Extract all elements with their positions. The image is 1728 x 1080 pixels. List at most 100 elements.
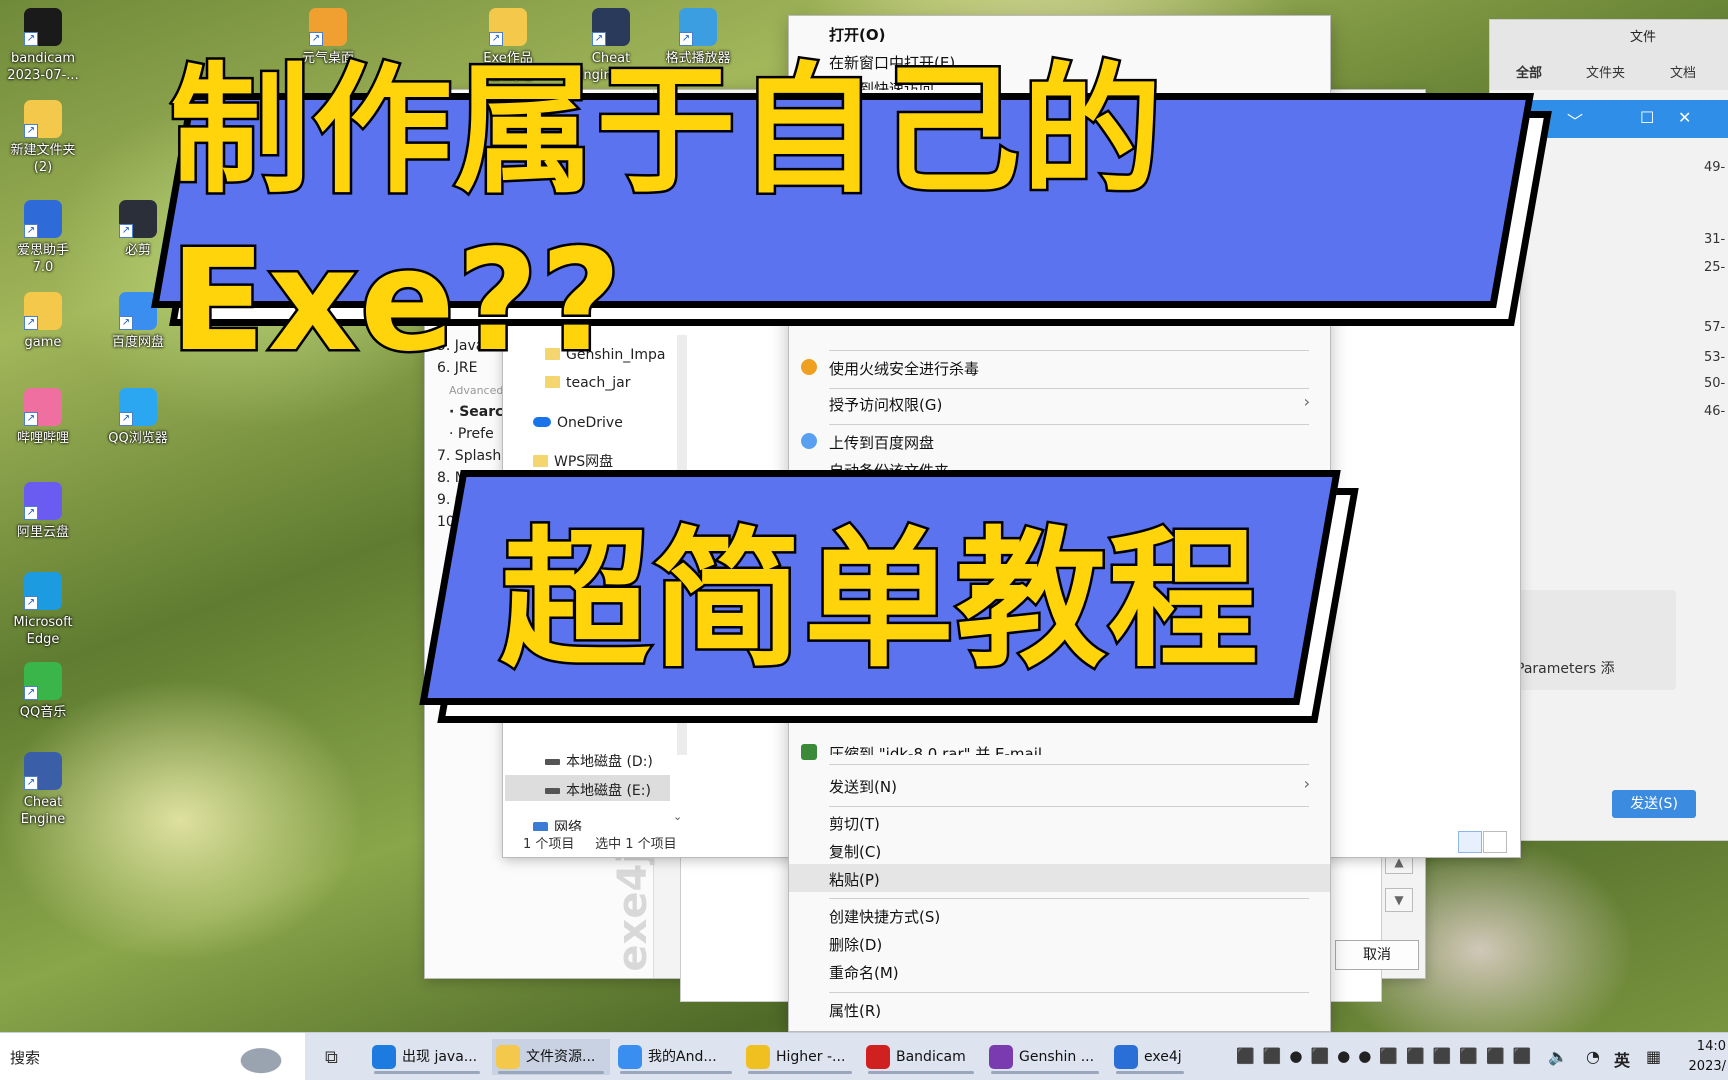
task-view-icon[interactable]: ⧉	[325, 1047, 338, 1068]
taskbar-app-file-explorer[interactable]: 文件资源...	[492, 1039, 610, 1075]
shortcut-arrow-icon: ↗	[24, 596, 38, 610]
taskbar-app-bandicam[interactable]: Bandicam	[862, 1039, 980, 1075]
desktop-icon-game-folder[interactable]: ↗ game	[0, 292, 86, 351]
shortcut-arrow-icon: ↗	[24, 686, 38, 700]
close-icon[interactable]: ✕	[1678, 108, 1691, 127]
taskbar: 搜索 ⧉ 出现 java... 文件资源... 我的And... Higher -..…	[0, 1032, 1728, 1080]
step-search-sequence[interactable]: · Searc	[449, 404, 503, 420]
running-indicator	[868, 1071, 974, 1074]
menu-paste[interactable]: 粘贴(P)	[829, 869, 880, 890]
tab-folders[interactable]: 文件夹	[1586, 62, 1625, 81]
baidu-netdisk-icon: ↗	[119, 292, 157, 330]
scroll-down-icon[interactable]: ⌄	[673, 810, 682, 823]
menu-copy[interactable]: 复制(C)	[829, 841, 881, 862]
side-number: 49-	[1704, 160, 1726, 175]
desktop-icon-i4-assistant[interactable]: ↗ 爱思助手 7.0	[0, 200, 86, 276]
shortcut-arrow-icon: ↗	[24, 224, 38, 238]
desktop-icon-cheat-engine[interactable]: ↗ Cheat Engine	[0, 752, 86, 828]
maximize-icon[interactable]: ☐	[1640, 108, 1654, 127]
drive-icon	[545, 788, 560, 794]
nav-onedrive[interactable]: OneDrive	[533, 415, 623, 431]
nav-network[interactable]: 网络	[533, 817, 582, 831]
tab-all[interactable]: 全部	[1516, 62, 1542, 81]
message-card[interactable]: Parameters 添	[1514, 590, 1676, 690]
desktop-icon-label: QQ浏览器	[108, 431, 168, 446]
running-indicator	[498, 1071, 604, 1074]
send-button[interactable]: 发送(S)	[1612, 790, 1696, 818]
bandicam-shortcut-icon: ↗	[24, 8, 62, 46]
menu-upload-baidu[interactable]: 上传到百度网盘	[829, 432, 934, 453]
chevron-right-icon: ›	[1303, 392, 1310, 411]
desktop-icon-microsoft-edge[interactable]: ↗ Microsoft Edge	[0, 572, 86, 648]
desktop-icon-bandicam-shortcut[interactable]: ↗ bandicam 2023-07-...	[0, 8, 86, 84]
desktop-icon-qq-browser[interactable]: ↗ QQ浏览器	[95, 388, 181, 447]
ime-indicator[interactable]: 英	[1614, 1047, 1630, 1071]
menu-rename[interactable]: 重命名(M)	[829, 962, 899, 983]
search-label: 搜索	[10, 1049, 41, 1067]
desktop-icon-aliyun-drive[interactable]: ↗ 阿里云盘	[0, 482, 86, 541]
running-indicator	[620, 1071, 732, 1074]
move-down-button[interactable]: ▼	[1385, 888, 1413, 912]
details-view-icon[interactable]	[1458, 831, 1482, 853]
shortcut-arrow-icon: ↗	[119, 412, 133, 426]
taskbar-app-label: Bandicam	[896, 1049, 966, 1065]
keyboard-grid-icon[interactable]: ▦	[1646, 1047, 1661, 1066]
nav-drive-d[interactable]: 本地磁盘 (D:)	[545, 751, 653, 771]
menu-properties[interactable]: 属性(R)	[829, 1000, 881, 1021]
step-advanced-label: Advanced	[449, 384, 504, 397]
step-preferred-vm[interactable]: · Prefe	[449, 426, 494, 442]
step-splash[interactable]: 7. Splash	[437, 448, 501, 464]
shortcut-arrow-icon: ↗	[24, 32, 38, 46]
taskbar-app-higher-music[interactable]: Higher -...	[742, 1039, 858, 1075]
running-indicator	[374, 1071, 480, 1074]
menu-send-to[interactable]: 发送到(N)	[829, 776, 897, 797]
menu-create-shortcut[interactable]: 创建快捷方式(S)	[829, 906, 940, 927]
bilibili-app-icon: ↗	[24, 388, 62, 426]
higher-music-icon	[746, 1045, 770, 1069]
folder-icon	[533, 455, 548, 467]
status-count: 1 个项目 选中 1 个项目	[523, 837, 677, 852]
side-number: 31-	[1704, 232, 1726, 247]
chevron-right-icon: ›	[1303, 774, 1310, 793]
desktop-icon-label: 百度网盘	[111, 335, 164, 350]
desktop-icon-bilibili-app[interactable]: ↗ 哔哩哔哩	[0, 388, 86, 447]
nav-wps-drive[interactable]: WPS网盘	[533, 451, 613, 471]
menu-auto-backup[interactable]: 自动备份该文件夹	[829, 460, 949, 470]
desktop-icon-label: Microsoft Edge	[13, 615, 73, 647]
tray-icons[interactable]: ⬛⬛●⬛●●⬛⬛⬛⬛⬛⬛	[1236, 1047, 1536, 1065]
volume-icon[interactable]: 🔈	[1548, 1047, 1568, 1066]
elephant-decoration-icon	[226, 1039, 296, 1075]
cancel-button[interactable]: 取消	[1335, 940, 1419, 970]
minimize-icon[interactable]: ﹀	[1567, 108, 1583, 132]
shortcut-arrow-icon: ↗	[24, 316, 38, 330]
cheat-engine-icon: ↗	[24, 752, 62, 790]
banner-title-text: 制作属于自己的Exe??	[168, 48, 1165, 386]
status-selected: 选中 1 个项目	[595, 837, 677, 852]
menu-cut[interactable]: 剪切(T)	[829, 813, 880, 834]
clock-time: 14:0	[1696, 1039, 1726, 1054]
menu-compress-email[interactable]: 压缩到 "jdk-8.0.rar" 并 E-mail	[829, 743, 1042, 755]
taskbar-app-exe4j[interactable]: exe4j	[1110, 1039, 1190, 1075]
taskbar-app-genshin-idea[interactable]: Genshin ...	[985, 1039, 1105, 1075]
menu-separator	[829, 992, 1309, 993]
desktop-icon-new-folder-2[interactable]: ↗ 新建文件夹 (2)	[0, 100, 86, 176]
menu-delete[interactable]: 删除(D)	[829, 934, 882, 955]
taskbar-clock[interactable]: 14:0 2023/	[1689, 1037, 1726, 1077]
cloud-icon	[533, 417, 551, 427]
wifi-icon[interactable]: ◔	[1586, 1047, 1600, 1066]
menu-separator	[829, 806, 1309, 807]
menu-grant-access[interactable]: 授予访问权限(G)	[829, 394, 942, 415]
desktop-wallpaper: ↗ bandicam 2023-07-... ↗ 新建文件夹 (2) ↗ 爱思助手 7.0…	[0, 0, 1728, 1080]
running-indicator	[1116, 1071, 1184, 1074]
taskbar-search[interactable]: 搜索	[0, 1033, 305, 1080]
qq-music-icon: ↗	[24, 662, 62, 700]
shortcut-arrow-icon: ↗	[24, 412, 38, 426]
side-number: 57-	[1704, 320, 1726, 335]
large-icons-view-icon[interactable]	[1483, 831, 1507, 853]
shortcut-arrow-icon: ↗	[24, 506, 38, 520]
taskbar-app-android-studio[interactable]: 我的And...	[614, 1039, 738, 1075]
nav-drive-e[interactable]: 本地磁盘 (E:)	[545, 780, 651, 800]
taskbar-app-edge-java[interactable]: 出现 java...	[368, 1039, 486, 1075]
desktop-icon-qq-music[interactable]: ↗ QQ音乐	[0, 662, 86, 721]
tab-documents[interactable]: 文档	[1670, 62, 1696, 81]
